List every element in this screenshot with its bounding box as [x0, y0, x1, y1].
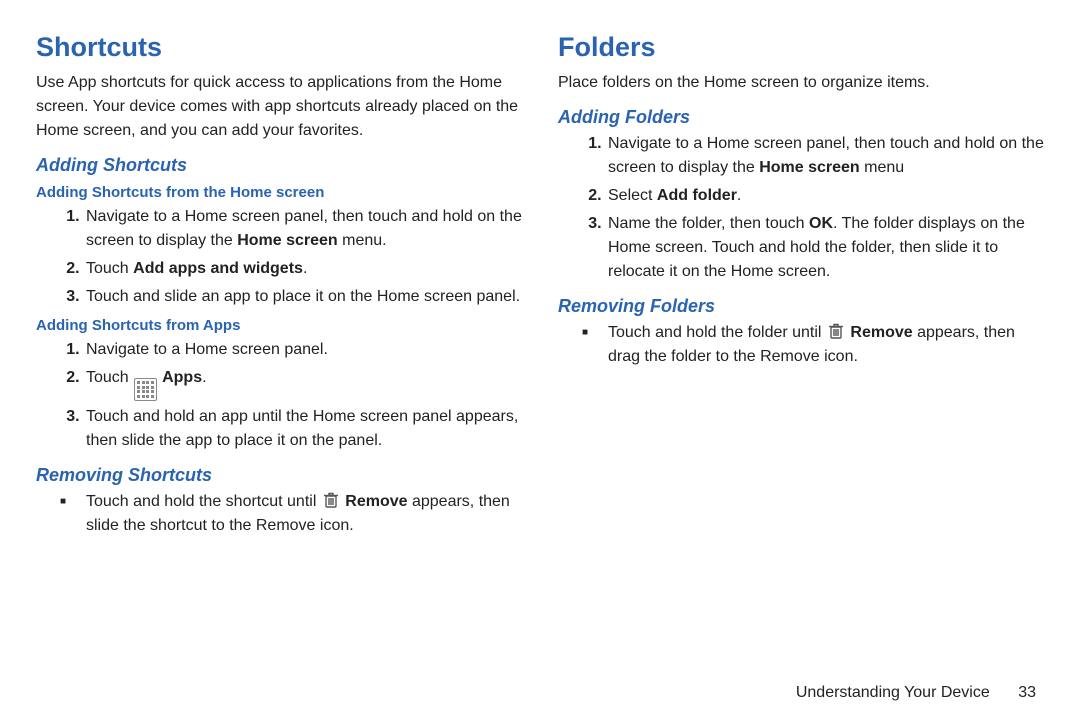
heading-adding-from-home: Adding Shortcuts from the Home screen [36, 184, 522, 201]
list-item: Name the folder, then touch OK. The fold… [606, 212, 1044, 284]
trash-icon [828, 322, 844, 340]
heading-adding-folders: Adding Folders [558, 107, 1044, 128]
heading-adding-shortcuts: Adding Shortcuts [36, 155, 522, 176]
list-item: Navigate to a Home screen panel, then to… [84, 205, 522, 253]
folders-intro: Place folders on the Home screen to orga… [558, 71, 1044, 95]
list-item: Select Add folder. [606, 184, 1044, 208]
shortcuts-intro: Use App shortcuts for quick access to ap… [36, 71, 522, 143]
heading-folders: Folders [558, 32, 1044, 63]
list-item: Touch and slide an app to place it on th… [84, 285, 522, 309]
list-item: Touch and hold an app until the Home scr… [84, 405, 522, 453]
right-column: Folders Place folders on the Home screen… [558, 30, 1044, 684]
page-footer: Understanding Your Device 33 [36, 684, 1044, 710]
list-adding-from-apps: Navigate to a Home screen panel. Touch A… [36, 338, 522, 453]
list-item: Touch Apps. [84, 366, 522, 401]
heading-adding-from-apps: Adding Shortcuts from Apps [36, 317, 522, 334]
footer-section: Understanding Your Device [796, 684, 990, 701]
trash-icon [323, 491, 339, 509]
heading-removing-folders: Removing Folders [558, 296, 1044, 317]
list-adding-folders: Navigate to a Home screen panel, then to… [558, 132, 1044, 284]
list-item: Navigate to a Home screen panel, then to… [606, 132, 1044, 180]
apps-grid-icon [134, 378, 157, 401]
list-removing-folders: Touch and hold the folder until Remove a… [558, 321, 1044, 369]
page-number: 33 [1018, 684, 1036, 701]
left-column: Shortcuts Use App shortcuts for quick ac… [36, 30, 522, 684]
list-item: Touch Add apps and widgets. [84, 257, 522, 281]
list-item: Navigate to a Home screen panel. [84, 338, 522, 362]
list-removing-shortcuts: Touch and hold the shortcut until Remove… [36, 490, 522, 538]
heading-removing-shortcuts: Removing Shortcuts [36, 465, 522, 486]
list-item: Touch and hold the shortcut until Remove… [84, 490, 522, 538]
list-item: Touch and hold the folder until Remove a… [606, 321, 1044, 369]
list-adding-from-home: Navigate to a Home screen panel, then to… [36, 205, 522, 309]
heading-shortcuts: Shortcuts [36, 32, 522, 63]
